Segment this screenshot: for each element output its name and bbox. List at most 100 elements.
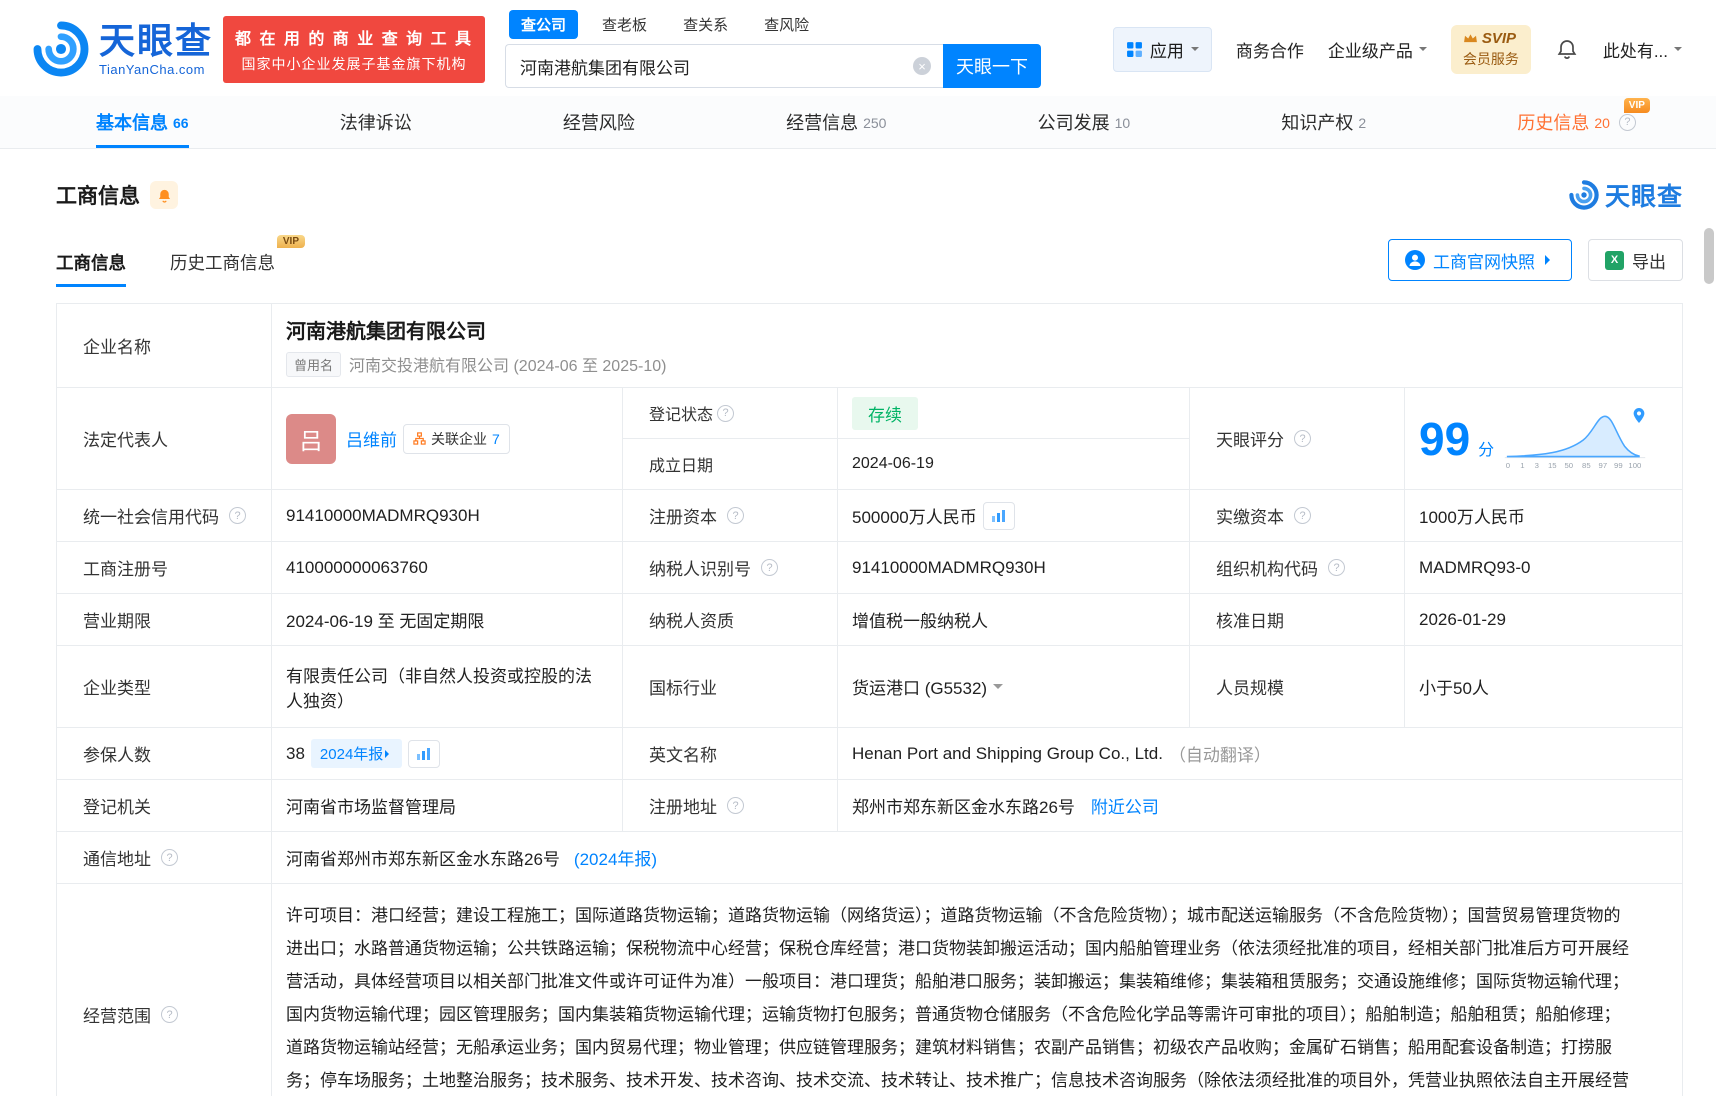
field-value: 河南省郑州市郑东新区金水东路26号 (2024年报): [272, 832, 1682, 883]
svg-text:3: 3: [1535, 460, 1539, 469]
field-value: 2024-06-19 至 无固定期限: [272, 594, 623, 645]
table-row-legal-rep: 法定代表人 吕 吕维前 关联企业 7 登记状态 ? 存续 成立日期 2024-0…: [57, 388, 1682, 490]
avatar[interactable]: 吕: [286, 413, 336, 464]
search-tab-boss[interactable]: 查老板: [590, 10, 659, 39]
org-chart-icon: [413, 432, 426, 445]
tab-label: 历史信息: [1517, 113, 1590, 133]
annual-report-link[interactable]: (2024年报): [574, 845, 657, 870]
help-icon[interactable]: [229, 507, 246, 524]
tab-label: 公司发展: [1037, 113, 1110, 133]
section-header: 工商信息 天眼查: [56, 177, 1683, 213]
table-row-authority: 登记机关 河南省市场监督管理局 注册地址 郑州市郑东新区金水东路26号 附近公司: [57, 780, 1682, 832]
tab-count: 250: [863, 115, 887, 131]
table-row-company-name: 企业名称 河南港航集团有限公司 曾用名 河南交投港航有限公司 (2024-06 …: [57, 304, 1682, 388]
help-icon[interactable]: [161, 849, 178, 866]
field-label: 纳税人识别号: [623, 542, 838, 593]
subscribe-bell-icon[interactable]: [150, 181, 178, 209]
tab-basic-info[interactable]: 基本信息 66: [96, 96, 189, 148]
slogan-line1: 都 在 用 的 商 业 查 询 工 具: [235, 30, 474, 48]
menu-item-enterprise[interactable]: 企业级产品: [1328, 37, 1427, 62]
table-row-insured: 参保人数 38 2024年报 英文名称 Henan Port and Shipp…: [57, 728, 1682, 780]
search-input[interactable]: [505, 44, 944, 88]
vip-badge: VIP: [276, 235, 305, 248]
field-label: 纳税人资质: [623, 594, 838, 645]
export-label: 导出: [1632, 252, 1666, 272]
search-tab-company[interactable]: 查公司: [509, 10, 579, 39]
tab-business-info[interactable]: 经营信息 250: [786, 96, 886, 148]
tab-company-development[interactable]: 公司发展 10: [1038, 96, 1131, 148]
help-icon[interactable]: [727, 507, 744, 524]
tab-history-info[interactable]: VIP 历史信息 20: [1517, 96, 1650, 148]
insured-chart-icon[interactable]: [408, 739, 441, 768]
field-label: 组织机构代码: [1190, 542, 1405, 593]
table-row-registration-no: 工商注册号 410000000063760 纳税人识别号 91410000MAD…: [57, 542, 1682, 594]
chevron-down-icon[interactable]: [993, 684, 1004, 694]
search-tab-risk[interactable]: 查风险: [752, 10, 821, 39]
help-icon[interactable]: [161, 1006, 178, 1023]
cooperation-label: 商务合作: [1235, 41, 1304, 61]
field-value: 2026-01-29: [1419, 609, 1506, 629]
help-icon[interactable]: [1618, 113, 1636, 131]
user-menu[interactable]: 此处有...: [1603, 37, 1682, 62]
tab-legal-proceedings[interactable]: 法律诉讼: [340, 96, 412, 148]
help-icon[interactable]: [1328, 559, 1345, 576]
menu-item-cooperation[interactable]: 商务合作: [1236, 37, 1304, 62]
svip-label: SVIP: [1481, 29, 1517, 47]
table-row-business-scope: 经营范围 许可项目：港口经营；建设工程施工；国际道路货物运输；道路货物运输（网络…: [57, 884, 1682, 1096]
help-icon[interactable]: [761, 559, 778, 576]
arrow-right-icon: [385, 749, 393, 758]
tab-count: 10: [1114, 115, 1131, 131]
notification-bell-icon[interactable]: [1555, 37, 1579, 61]
former-name-value: 河南交投港航有限公司 (2024-06 至 2025-10): [349, 358, 667, 375]
status-founded-cell: 登记状态 存续 成立日期 2024-06-19: [623, 388, 1190, 489]
search-tab-relation[interactable]: 查关系: [671, 10, 740, 39]
svg-text:85: 85: [1582, 460, 1591, 469]
tab-intellectual-property[interactable]: 知识产权 2: [1281, 96, 1366, 148]
scrollbar-thumb[interactable]: [1704, 228, 1714, 284]
table-row-company-type: 企业类型 有限责任公司（非自然人投资或控股的法人独资） 国标行业 货运港口 (G…: [57, 646, 1682, 728]
search-button[interactable]: 天眼一下: [943, 44, 1042, 88]
field-label: 成立日期: [623, 439, 838, 489]
help-icon[interactable]: [1294, 430, 1311, 447]
tab-operating-risk[interactable]: 经营风险: [563, 96, 635, 148]
field-label: 经营范围: [57, 884, 272, 1096]
capital-chart-icon[interactable]: [982, 501, 1015, 530]
tab-label: 经营风险: [562, 113, 635, 133]
chevron-down-icon: [1190, 47, 1199, 55]
svg-text:50: 50: [1565, 460, 1574, 469]
tab-count: 2: [1358, 115, 1367, 131]
company-name: 河南港航集团有限公司: [286, 320, 486, 343]
field-label: 工商注册号: [57, 542, 272, 593]
help-icon[interactable]: [717, 404, 735, 422]
field-label: 人员规模: [1190, 646, 1405, 727]
apps-button[interactable]: 应用: [1112, 26, 1212, 72]
help-icon[interactable]: [727, 797, 744, 814]
svip-member-button[interactable]: SVIP 会员服务: [1450, 24, 1531, 74]
search-box: 天眼一下: [505, 44, 1042, 88]
excel-icon: [1605, 250, 1624, 270]
subtab-label: 工商信息: [56, 253, 126, 273]
field-value: 增值税一般纳税人: [838, 594, 1190, 645]
nearby-companies-link[interactable]: 附近公司: [1091, 793, 1159, 818]
related-companies-badge[interactable]: 关联企业 7: [403, 423, 510, 454]
subtab-history-registration[interactable]: VIP 历史工商信息: [170, 235, 305, 287]
field-label: 法定代表人: [57, 388, 272, 489]
field-value: 1000万人民币: [1419, 508, 1525, 527]
help-icon[interactable]: [1294, 507, 1311, 524]
field-label: 核准日期: [1190, 594, 1405, 645]
tianyancha-logo[interactable]: 天眼查 TianYanCha.com: [33, 21, 213, 77]
vip-badge: VIP: [1623, 98, 1650, 113]
clear-search-icon[interactable]: [913, 57, 932, 75]
legal-rep-link[interactable]: 吕维前: [346, 426, 397, 451]
subtab-business-registration[interactable]: 工商信息: [56, 250, 126, 287]
official-snapshot-button[interactable]: 工商官网快照: [1388, 239, 1572, 281]
status-badge: 存续: [852, 396, 918, 430]
export-button[interactable]: 导出: [1588, 239, 1683, 281]
field-label: 企业名称: [57, 304, 272, 387]
annual-report-tag[interactable]: 2024年报: [310, 739, 403, 768]
section-title: 工商信息: [56, 185, 140, 208]
subtab-actions: 工商官网快照 导出: [1388, 239, 1683, 287]
field-label: 企业类型: [57, 646, 272, 727]
svg-text:99: 99: [1614, 460, 1623, 469]
tianyancha-logo-icon: [1569, 180, 1599, 210]
